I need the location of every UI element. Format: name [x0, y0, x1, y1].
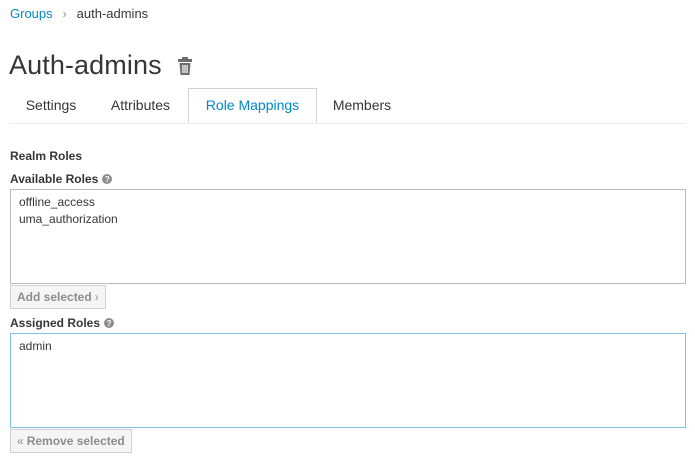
section-title-realm-roles: Realm Roles: [10, 149, 83, 163]
remove-selected-button[interactable]: « Remove selected: [10, 429, 132, 453]
breadcrumb-current: auth-admins: [76, 6, 149, 21]
tab-members[interactable]: Members: [317, 88, 407, 122]
breadcrumb-separator: ›: [62, 6, 67, 21]
page-title: Auth-admins: [9, 50, 162, 80]
tab-bar: Settings Attributes Role Mappings Member…: [9, 88, 685, 124]
breadcrumb-groups-link[interactable]: Groups: [10, 6, 53, 21]
help-icon[interactable]: ?: [104, 318, 115, 328]
list-item[interactable]: offline_access: [19, 194, 677, 211]
list-item[interactable]: uma_authorization: [19, 211, 677, 228]
add-selected-label: Add selected: [17, 290, 92, 304]
assigned-roles-label: Assigned Roles: [10, 316, 101, 330]
chevron-right-icon: ›: [94, 290, 99, 304]
tab-attributes[interactable]: Attributes: [93, 88, 188, 122]
assigned-roles-label-row: Assigned Roles ?: [10, 316, 115, 330]
remove-selected-label: Remove selected: [26, 434, 125, 448]
tab-settings[interactable]: Settings: [9, 88, 93, 122]
available-roles-label-row: Available Roles ?: [10, 172, 113, 186]
available-roles-label: Available Roles: [10, 172, 99, 186]
trash-icon[interactable]: [177, 56, 193, 76]
tab-role-mappings[interactable]: Role Mappings: [188, 88, 317, 123]
list-item[interactable]: admin: [19, 338, 677, 355]
breadcrumb: Groups › auth-admins: [10, 6, 148, 21]
help-icon[interactable]: ?: [102, 174, 113, 184]
double-chevron-left-icon: «: [17, 434, 24, 448]
assigned-roles-listbox[interactable]: admin: [10, 333, 686, 428]
title-row: Auth-admins: [9, 50, 193, 81]
available-roles-listbox[interactable]: offline_access uma_authorization: [10, 189, 686, 284]
add-selected-button[interactable]: Add selected ›: [10, 285, 106, 309]
